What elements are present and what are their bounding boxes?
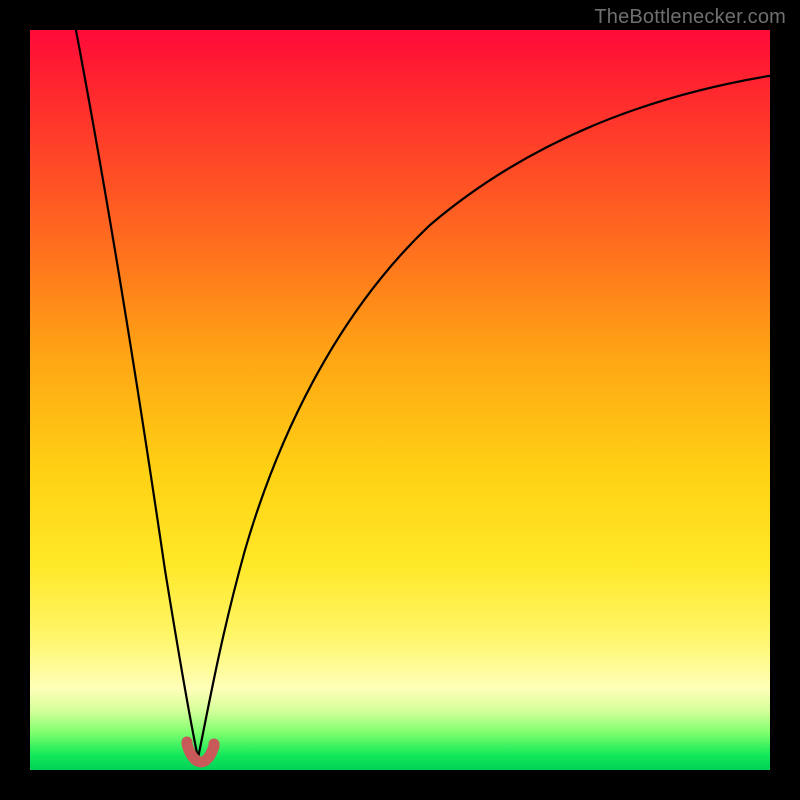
- plot-area: [30, 30, 770, 770]
- curve-left-branch: [75, 25, 198, 758]
- curve-right-branch: [198, 75, 775, 758]
- bottleneck-curve: [30, 30, 770, 770]
- minimum-marker-dot-left: [182, 737, 193, 748]
- watermark-text: TheBottlenecker.com: [594, 6, 786, 29]
- minimum-marker-dot-right: [209, 739, 220, 750]
- outer-frame: TheBottlenecker.com: [0, 0, 800, 800]
